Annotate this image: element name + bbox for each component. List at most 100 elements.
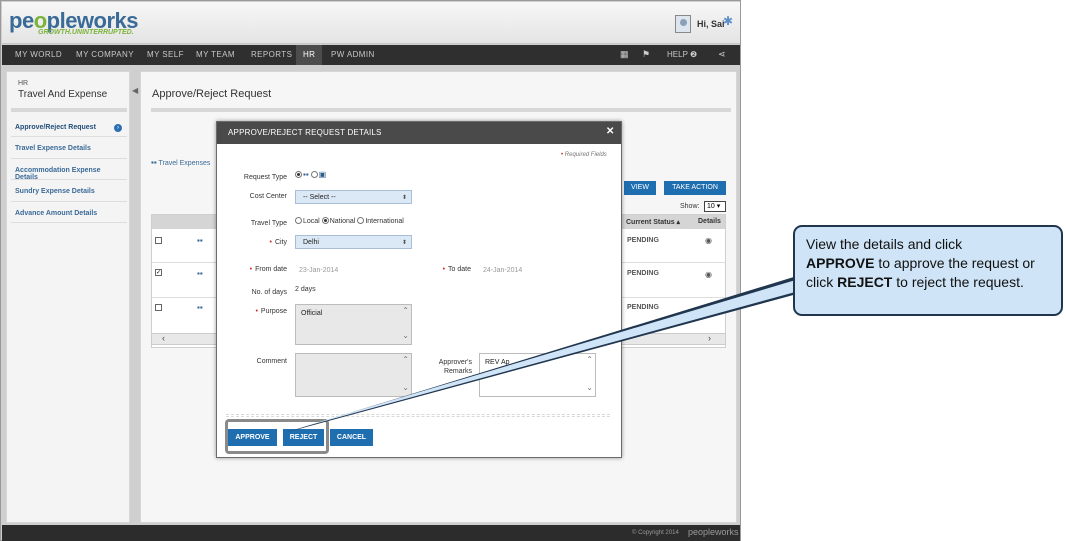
view-button[interactable]: VIEW	[624, 181, 656, 195]
nav-my-company[interactable]: MY COMPANY	[69, 45, 141, 65]
radio-travel[interactable]	[295, 171, 302, 178]
cancel-button[interactable]: CANCEL	[330, 429, 373, 446]
suitcase-icon: ▪▪	[197, 269, 203, 278]
modal-header: APPROVE/REJECT REQUEST DETAILS ✕	[217, 122, 621, 144]
scroll-left-icon[interactable]: ‹	[162, 333, 165, 343]
radio-international[interactable]	[357, 217, 365, 224]
nav-pw-admin[interactable]: PW ADMIN	[324, 45, 382, 65]
sidebar-module: HR	[18, 80, 29, 87]
sidebar-divider	[11, 222, 127, 223]
to-date-label: • To date	[442, 266, 471, 273]
page-size-select[interactable]: 10 ▾	[704, 201, 726, 212]
city-select[interactable]: Delhi	[295, 235, 412, 249]
sidebar-title: Travel And Expense	[18, 89, 108, 100]
sidebar: HR Travel And Expense Approve/Reject Req…	[6, 71, 130, 523]
col-current-status[interactable]: Current Status ▴	[626, 218, 680, 226]
eye-icon[interactable]: ◉	[705, 270, 712, 279]
eye-icon[interactable]: ◉	[705, 236, 712, 245]
close-icon[interactable]: ✕	[606, 126, 614, 137]
row-checkbox[interactable]	[155, 237, 162, 244]
top-bar: peopleworks GROWTH.UNINTERRUPTED. Hi, Sa…	[2, 2, 740, 44]
comment-textarea[interactable]: ⌃ ⌄	[295, 353, 412, 397]
building-icon[interactable]: ▦	[620, 49, 629, 60]
row-checkbox[interactable]	[155, 304, 162, 311]
sidebar-divider	[11, 179, 127, 180]
tab-travel-expenses[interactable]: ▪▪ Travel Expenses	[151, 158, 210, 167]
show-label: Show:	[680, 203, 700, 210]
gear-icon[interactable]: ✱	[723, 14, 733, 28]
title-divider	[151, 108, 731, 112]
buttons-highlight	[225, 419, 329, 454]
sidebar-divider	[11, 201, 127, 202]
share-icon[interactable]: ⋖	[718, 49, 726, 60]
sidebar-divider	[11, 136, 127, 137]
greeting: Hi, Sai	[697, 19, 725, 29]
nav-my-team[interactable]: MY TEAM	[189, 45, 242, 65]
required-fields-note: • Required Fields	[561, 152, 607, 158]
days-label: No. of days	[251, 289, 287, 296]
from-date-field[interactable]: 23-Jan-2014	[299, 267, 338, 274]
sidebar-item-approve-reject[interactable]: Approve/Reject Request	[15, 124, 125, 131]
take-action-button[interactable]: TAKE ACTION	[664, 181, 726, 195]
suitcase-icon: ▪▪	[197, 236, 203, 245]
nav-hr[interactable]: HR	[296, 45, 323, 65]
eye-icon[interactable]: ◉	[705, 304, 712, 313]
status-badge: PENDING	[627, 270, 659, 277]
scroll-down-icon[interactable]: ⌄	[402, 331, 409, 340]
scroll-down-icon[interactable]: ⌄	[402, 383, 409, 392]
chevron-right-icon: ›	[114, 124, 122, 132]
logo-tagline: GROWTH.UNINTERRUPTED.	[38, 29, 134, 36]
app-window: peopleworks GROWTH.UNINTERRUPTED. Hi, Sa…	[0, 0, 741, 541]
sidebar-divider	[11, 108, 127, 112]
hotel-icon: ▣	[318, 170, 327, 179]
callout-text: View the details and click APPROVE to app…	[806, 236, 1035, 290]
from-date-label: • From date	[249, 266, 287, 273]
nav-my-world[interactable]: MY WORLD	[8, 45, 69, 65]
to-date-field[interactable]: 24-Jan-2014	[483, 267, 522, 274]
travel-type-options[interactable]: Local National International	[295, 217, 404, 225]
scroll-up-icon[interactable]: ⌃	[402, 306, 409, 315]
copyright: © Copyright 2014	[632, 530, 679, 536]
radio-national[interactable]	[321, 217, 329, 224]
comment-label: Comment	[256, 358, 287, 365]
approver-remarks-label: Approver's Remarks	[438, 359, 472, 375]
modal-title: APPROVE/REJECT REQUEST DETAILS	[228, 128, 382, 137]
status-badge: PENDING	[627, 237, 659, 244]
flag-icon[interactable]: ⚑	[642, 49, 650, 60]
sidebar-item-travel-expense[interactable]: Travel Expense Details	[15, 145, 125, 152]
sidebar-item-advance[interactable]: Advance Amount Details	[15, 210, 125, 217]
request-details-modal: APPROVE/REJECT REQUEST DETAILS ✕ • Requi…	[216, 121, 622, 458]
footer-logo: peopleworks	[688, 527, 739, 537]
city-label: • City	[269, 239, 287, 246]
row-checkbox[interactable]: ✓	[155, 269, 162, 276]
collapse-sidebar-icon[interactable]: ◀	[132, 86, 138, 95]
modal-divider	[226, 414, 610, 417]
radio-local[interactable]	[295, 217, 302, 224]
scroll-down-icon[interactable]: ⌄	[586, 383, 593, 392]
scroll-up-icon[interactable]: ⌃	[586, 355, 593, 364]
days-value: 2 days	[295, 286, 316, 293]
footer: © Copyright 2014 peopleworks	[2, 525, 740, 541]
avatar[interactable]	[675, 15, 691, 33]
approver-remarks-textarea[interactable]: REV Ap ⌃ ⌄	[479, 353, 596, 397]
cost-center-label: Cost Center	[249, 193, 287, 200]
instruction-callout: View the details and click APPROVE to app…	[793, 225, 1063, 316]
purpose-textarea[interactable]: Official ⌃ ⌄	[295, 304, 412, 345]
help-menu[interactable]: HELP ❷	[667, 45, 697, 65]
col-details: Details	[698, 218, 721, 225]
radio-other[interactable]	[310, 171, 318, 178]
sidebar-item-sundry[interactable]: Sundry Expense Details	[15, 188, 125, 195]
nav-my-self[interactable]: MY SELF	[140, 45, 191, 65]
sidebar-divider	[11, 158, 127, 159]
request-type-options[interactable]: ▪▪ ▣	[295, 170, 326, 179]
page-title: Approve/Reject Request	[152, 88, 272, 100]
cost-center-select[interactable]: -- Select --	[295, 190, 412, 204]
suitcase-icon: ▪▪	[197, 303, 203, 312]
travel-type-label: Travel Type	[250, 220, 287, 227]
nav-reports[interactable]: REPORTS	[244, 45, 299, 65]
purpose-label: • Purpose	[255, 308, 287, 315]
suitcase-icon: ▪▪	[151, 158, 157, 167]
status-badge: PENDING	[627, 304, 659, 311]
scroll-right-icon[interactable]: ›	[708, 333, 711, 343]
suitcase-icon: ▪▪	[303, 170, 309, 179]
